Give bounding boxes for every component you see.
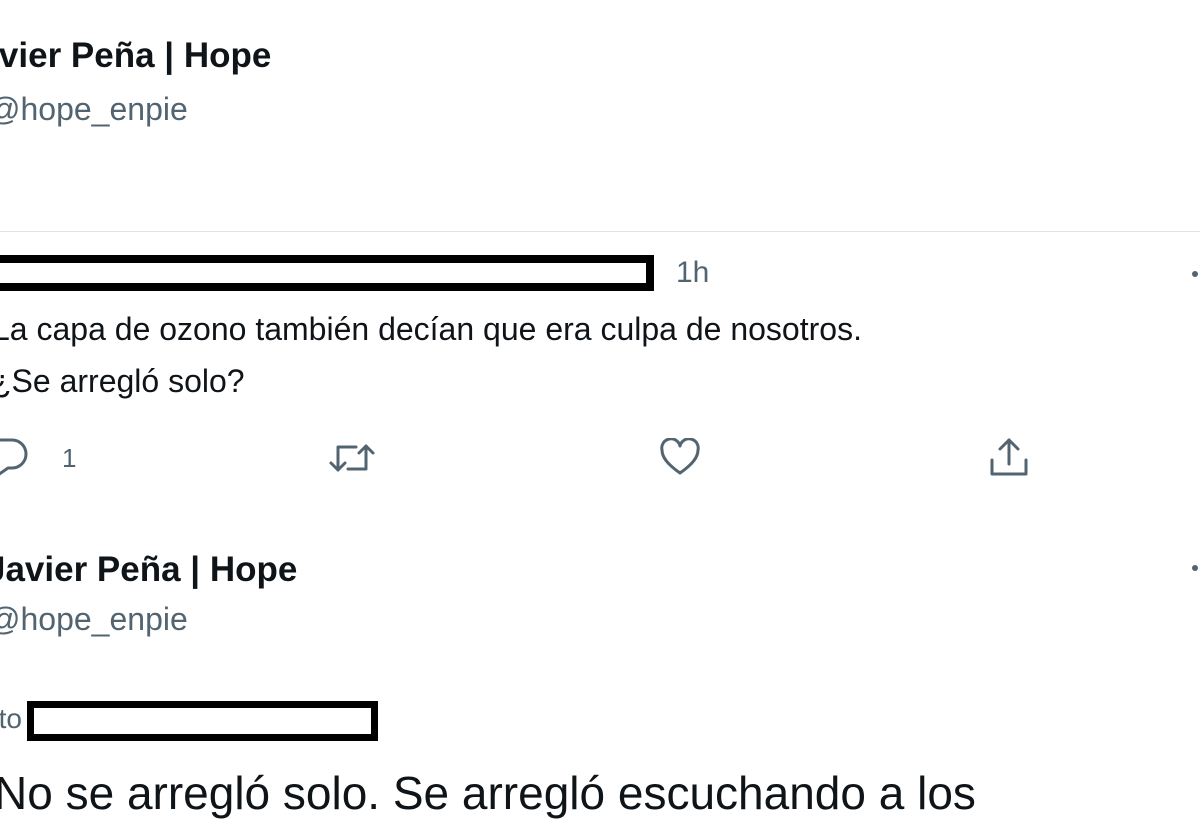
tweet-text-line-2: ¿Se arregló solo? [0, 363, 245, 399]
share-icon[interactable] [988, 436, 1030, 478]
reply-count: 1 [62, 443, 77, 473]
redacted-author-name [0, 255, 654, 291]
tweet-timestamp[interactable]: 1h [676, 256, 709, 290]
like-icon[interactable] [659, 438, 701, 476]
profile-handle[interactable]: @hope_enpie [0, 91, 188, 128]
more-icon[interactable] [1188, 564, 1200, 572]
response-tweet-text: No se arregló solo. Se arregló escuchand… [0, 767, 976, 819]
more-icon[interactable] [1188, 270, 1200, 278]
replying-to-label: Replying to [0, 703, 22, 734]
author-display-name[interactable]: Javier Peña | Hope [0, 550, 297, 590]
tweet-text-line-1: La capa de ozono también decían que era … [0, 311, 862, 347]
retweet-icon[interactable] [328, 440, 376, 476]
author-handle[interactable]: @hope_enpie [0, 601, 188, 638]
profile-display-name[interactable]: Javier Peña | Hope [0, 36, 271, 76]
redacted-reply-target [27, 701, 378, 741]
section-divider [0, 231, 1200, 232]
reply-icon[interactable] [0, 436, 30, 476]
